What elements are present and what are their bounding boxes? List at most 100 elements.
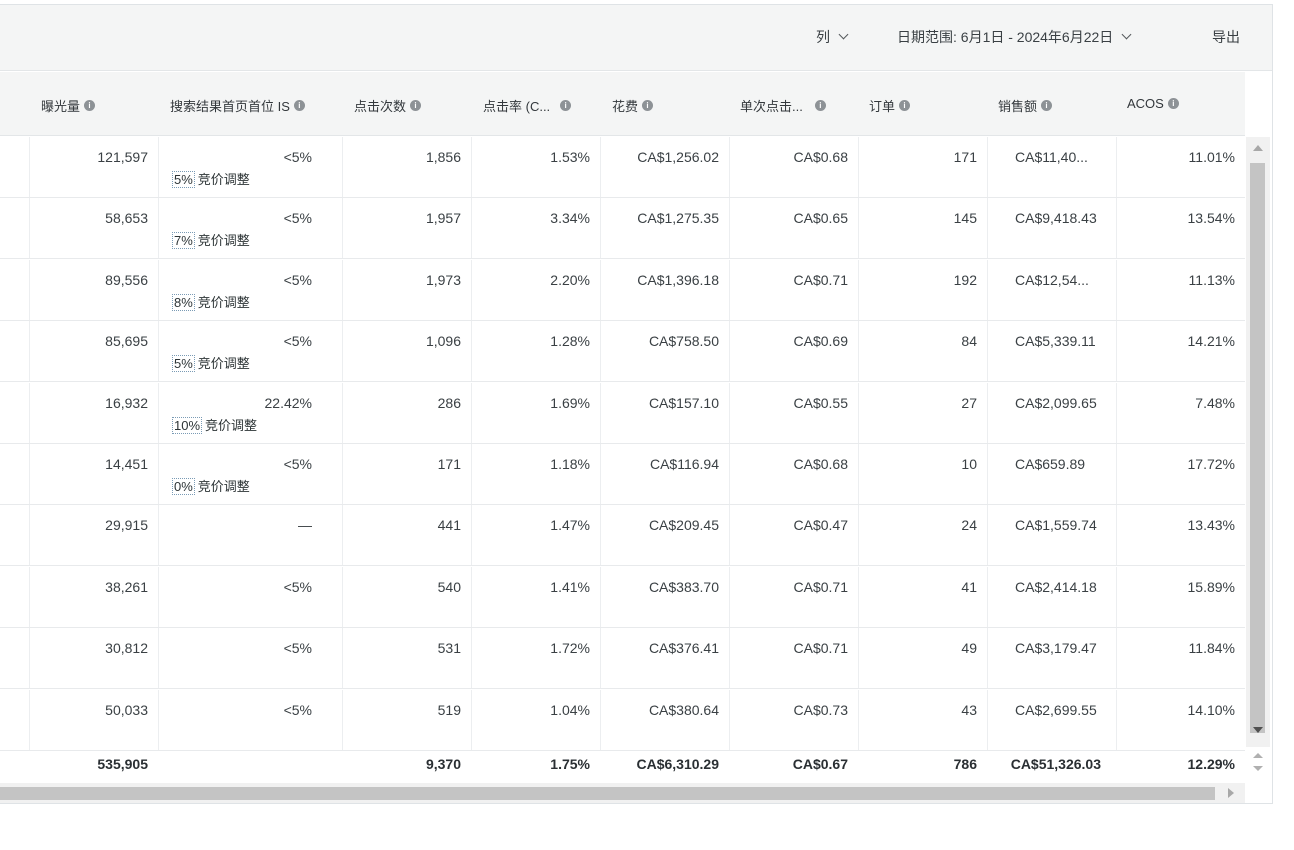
vertical-scrollbar[interactable] (1246, 137, 1270, 747)
info-icon[interactable]: i (410, 100, 422, 111)
info-icon[interactable]: i (1041, 100, 1053, 111)
export-button[interactable]: 导出 (1212, 27, 1240, 47)
cell-spend: CA$383.70 (600, 566, 729, 627)
columns-dropdown[interactable]: 列 (816, 27, 849, 47)
cell-ctr: 1.41% (471, 566, 600, 627)
table-row: 38,261 <5% 540 1.41% CA$383.70 CA$0.71 41 CA$2,… (0, 566, 1245, 628)
cell-sales: CA$2,099.65 (987, 382, 1116, 443)
bid-adjustment-label: 竞价调整 (197, 233, 250, 249)
info-icon[interactable]: i (1167, 98, 1179, 109)
table-row: 89,556 <5% 8% 竞价调整 1,973 2.20% CA$1,396.18 CA$0… (0, 259, 1245, 321)
cell-sales: CA$12,54... (987, 259, 1116, 320)
cell-ctr: 1.18% (471, 444, 600, 504)
cell-clicks: 540 (342, 566, 471, 627)
cell-spend: CA$116.94 (600, 444, 729, 504)
campaign-table-panel: 列 日期范围: 6月1日 - 2024年6月22日 导出 曝光量 i 搜索结果首页… (0, 4, 1273, 804)
cell-acos: 17.72% (1116, 444, 1245, 504)
cell-spend: CA$758.50 (600, 321, 729, 382)
info-icon[interactable]: i (84, 100, 96, 111)
cell-acos: 15.89% (1116, 566, 1245, 627)
total-cell-sales: CA$51,326.03 (1010, 756, 1101, 772)
cell-cpc: CA$0.47 (729, 505, 858, 566)
info-icon[interactable]: i (560, 100, 572, 111)
bid-adjustment[interactable]: 5% 竞价调整 (172, 353, 250, 373)
table-row: 85,695 <5% 5% 竞价调整 1,096 1.28% CA$758.50 CA$0.6… (0, 321, 1245, 383)
bid-adjustment-percent[interactable]: 7% (172, 232, 195, 250)
vertical-scroll-thumb[interactable] (1250, 163, 1265, 733)
header-orders[interactable]: 订单 i (869, 96, 911, 115)
horizontal-scrollbar[interactable] (0, 783, 1245, 803)
caret-down-icon[interactable] (1253, 766, 1263, 771)
info-icon[interactable]: i (814, 100, 826, 111)
header-impressions[interactable]: 曝光量 i (41, 96, 96, 115)
cell-orders: 145 (858, 198, 987, 259)
cell-clicks: 171 (342, 444, 471, 504)
cell-sales: CA$2,699.55 (987, 689, 1116, 750)
bid-adjustment[interactable]: 5% 竞价调整 (172, 169, 250, 188)
total-cell-spend: CA$6,310.29 (636, 756, 719, 772)
cell-cpc: CA$0.55 (729, 382, 858, 443)
bid-adjustment-percent[interactable]: 8% (172, 293, 195, 311)
export-label: 导出 (1212, 29, 1240, 45)
cell-top-of-search-is: — (158, 505, 342, 566)
cell-impressions: 85,695 (29, 321, 158, 382)
date-range-dropdown[interactable]: 日期范围: 6月1日 - 2024年6月22日 (897, 27, 1132, 47)
bid-adjustment-percent[interactable]: 5% (172, 171, 195, 188)
cell-top-of-search-is: <5% (158, 628, 342, 689)
cell-clicks: 1,973 (342, 259, 471, 320)
cell-spend: CA$209.45 (600, 505, 729, 566)
cell-acos: 11.01% (1116, 137, 1245, 197)
bid-adjustment[interactable]: 10% 竞价调整 (172, 415, 257, 434)
header-top-of-search-is[interactable]: 搜索结果首页首位 IS i (170, 96, 305, 115)
header-ctr[interactable]: 点击率 (C... i (483, 96, 572, 115)
scroll-up-icon[interactable] (1253, 145, 1263, 151)
cell-top-of-search-is: 22.42% 10% 竞价调整 (158, 382, 342, 443)
table-row: 30,812 <5% 531 1.72% CA$376.41 CA$0.71 49 CA$3,… (0, 628, 1245, 690)
date-range-label: 日期范围: 6月1日 - 2024年6月22日 (897, 29, 1114, 45)
cell-spend: CA$376.41 (600, 628, 729, 689)
cell-cpc: CA$0.71 (729, 566, 858, 627)
cell-impressions: 14,451 (29, 444, 158, 504)
cell-top-of-search-is: <5% 8% 竞价调整 (158, 259, 342, 320)
table-header: 曝光量 i 搜索结果首页首位 IS i 点击次数 i 点击率 (C... i 花费 i 单… (0, 72, 1245, 136)
total-cell-impressions: 535,905 (97, 756, 148, 772)
cell-impressions: 29,915 (29, 505, 158, 566)
bid-adjustment-percent[interactable]: 10% (172, 416, 203, 434)
chevron-down-icon (1121, 29, 1132, 40)
info-icon[interactable]: i (899, 100, 911, 111)
header-sales[interactable]: 销售额 i (998, 96, 1053, 115)
info-icon[interactable]: i (642, 100, 654, 111)
cell-ctr: 1.28% (471, 321, 600, 382)
cell-cpc: CA$0.68 (729, 444, 858, 504)
cell-top-of-search-is: <5% (158, 566, 342, 627)
cell-acos: 14.21% (1116, 321, 1245, 382)
cell-ctr: 3.34% (471, 198, 600, 259)
bid-adjustment-label: 竞价调整 (197, 172, 250, 187)
table-row: 14,451 <5% 0% 竞价调整 171 1.18% CA$116.94 CA$0.68 1… (0, 444, 1245, 505)
cell-top-of-search-is: <5% 5% 竞价调整 (158, 137, 342, 197)
caret-up-icon[interactable] (1253, 753, 1263, 758)
bid-adjustment[interactable]: 7% 竞价调整 (172, 230, 250, 250)
bid-adjustment-percent[interactable]: 5% (172, 355, 195, 373)
cell-impressions: 38,261 (29, 566, 158, 627)
info-icon[interactable]: i (293, 100, 305, 111)
header-cpc[interactable]: 单次点击... i (740, 96, 826, 115)
cell-sales: CA$3,179.47 (987, 628, 1116, 689)
scroll-right-icon[interactable] (1228, 788, 1234, 798)
header-acos[interactable]: ACOS i (1127, 96, 1179, 111)
bid-adjustment[interactable]: 0% 竞价调整 (172, 476, 250, 495)
columns-label: 列 (816, 29, 830, 45)
table-row: 58,653 <5% 7% 竞价调整 1,957 3.34% CA$1,275.35 CA$0… (0, 198, 1245, 260)
table-row: 50,033 <5% 519 1.04% CA$380.64 CA$0.73 43 CA$2,… (0, 689, 1245, 751)
scroll-down-icon[interactable] (1253, 727, 1263, 733)
cell-spend: CA$157.10 (600, 382, 729, 443)
cell-spend: CA$1,275.35 (600, 198, 729, 259)
header-clicks[interactable]: 点击次数 i (354, 96, 422, 115)
horizontal-scroll-thumb[interactable] (0, 787, 1215, 800)
cell-impressions: 89,556 (29, 259, 158, 320)
totals-scroll-arrows[interactable] (1252, 750, 1264, 776)
cell-cpc: CA$0.65 (729, 198, 858, 259)
header-spend[interactable]: 花费 i (612, 96, 654, 115)
bid-adjustment-percent[interactable]: 0% (172, 478, 195, 495)
bid-adjustment[interactable]: 8% 竞价调整 (172, 292, 250, 311)
